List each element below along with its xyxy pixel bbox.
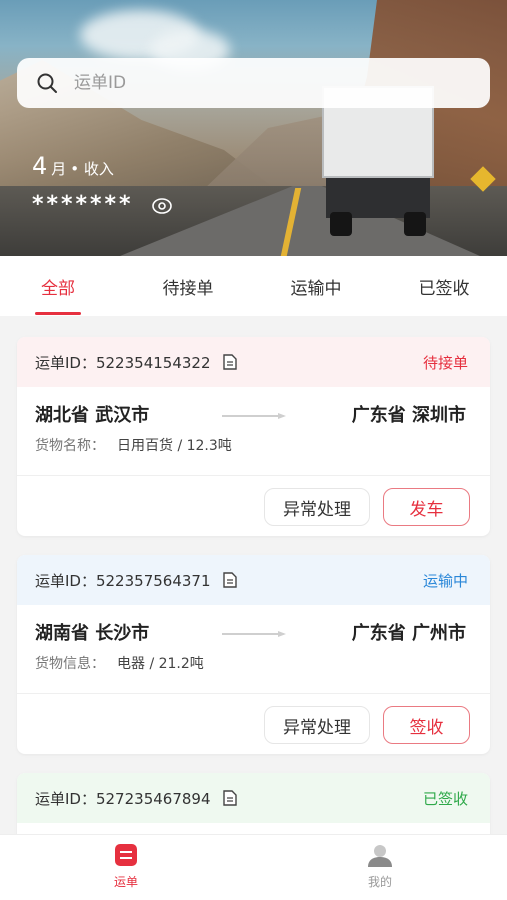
goods-info: 货物名称： 日用百货 / 12.3吨 <box>17 435 490 475</box>
exception-handling-button[interactable]: 异常处理 <box>264 706 370 744</box>
order-card[interactable]: 运单ID：522354154322 待接单 湖北省 武汉市 广东省 深圳市 货物… <box>17 337 490 536</box>
document-icon[interactable] <box>222 572 237 588</box>
goods-value: 日用百货 / 12.3吨 <box>117 438 232 454</box>
order-actions: 异常处理 签收 <box>17 694 490 754</box>
document-icon[interactable] <box>222 790 237 806</box>
origin: 湖北省 武汉市 <box>35 405 150 426</box>
order-card-header: 运单ID：527235467894 已签收 <box>17 773 490 823</box>
order-card-header: 运单ID：522354154322 待接单 <box>17 337 490 387</box>
bottom-navigation: 运单 我的 <box>0 834 507 900</box>
destination: 广东省 广州市 <box>351 623 466 644</box>
tab-pending[interactable]: 待接单 <box>126 256 250 316</box>
route: 湖南省 长沙市 广东省 广州市 <box>17 605 490 653</box>
order-status: 运输中 <box>422 571 468 590</box>
goods-label: 货物名称： <box>35 438 105 454</box>
order-card[interactable]: 运单ID：522357564371 运输中 湖南省 长沙市 广东省 广州市 货物… <box>17 555 490 754</box>
goods-value: 电器 / 21.2吨 <box>117 656 204 672</box>
status-tabs: 全部 待接单 运输中 已签收 <box>0 256 507 316</box>
order-id: 运单ID：522357564371 <box>35 571 211 590</box>
active-tab-indicator <box>35 312 81 315</box>
search-input[interactable] <box>74 58 474 108</box>
tab-all[interactable]: 全部 <box>0 256 116 316</box>
waybill-icon <box>115 844 137 866</box>
sign-button[interactable]: 签收 <box>383 706 470 744</box>
origin: 湖南省 长沙市 <box>35 623 150 644</box>
route-arrow-icon <box>222 413 286 419</box>
order-status: 已签收 <box>422 789 468 808</box>
search-icon[interactable] <box>36 72 58 94</box>
income-month-unit: 月 <box>51 160 67 178</box>
tab-signed[interactable]: 已签收 <box>382 256 506 316</box>
nav-label: 运单 <box>113 875 138 889</box>
order-card[interactable]: 运单ID：527235467894 已签收 <box>17 773 490 843</box>
document-icon[interactable] <box>222 354 237 370</box>
user-icon <box>368 845 392 867</box>
order-id: 运单ID：527235467894 <box>35 789 211 808</box>
nav-item-waybill[interactable]: 运单 <box>86 843 166 890</box>
dispatch-button[interactable]: 发车 <box>383 488 470 526</box>
goods-label: 货物信息： <box>35 656 105 672</box>
income-month: 4 <box>32 152 48 180</box>
tab-in-transit[interactable]: 运输中 <box>254 256 378 316</box>
route: 湖北省 武汉市 广东省 深圳市 <box>17 387 490 435</box>
route-arrow-icon <box>222 631 286 637</box>
nav-item-profile[interactable]: 我的 <box>340 843 420 890</box>
order-id: 运单ID：522354154322 <box>35 353 211 372</box>
eye-toggle-icon[interactable] <box>150 196 174 216</box>
goods-info: 货物信息： 电器 / 21.2吨 <box>17 653 490 693</box>
order-status: 待接单 <box>422 353 468 372</box>
order-card-header: 运单ID：522357564371 运输中 <box>17 555 490 605</box>
header-banner <box>0 0 507 256</box>
order-actions: 异常处理 发车 <box>17 476 490 536</box>
destination: 广东省 深圳市 <box>351 405 466 426</box>
income-period: 4 月 • 收入 <box>32 152 114 180</box>
income-amount: ******* <box>32 192 134 217</box>
income-label: • 收入 <box>70 160 114 178</box>
exception-handling-button[interactable]: 异常处理 <box>264 488 370 526</box>
nav-label: 我的 <box>367 875 392 889</box>
